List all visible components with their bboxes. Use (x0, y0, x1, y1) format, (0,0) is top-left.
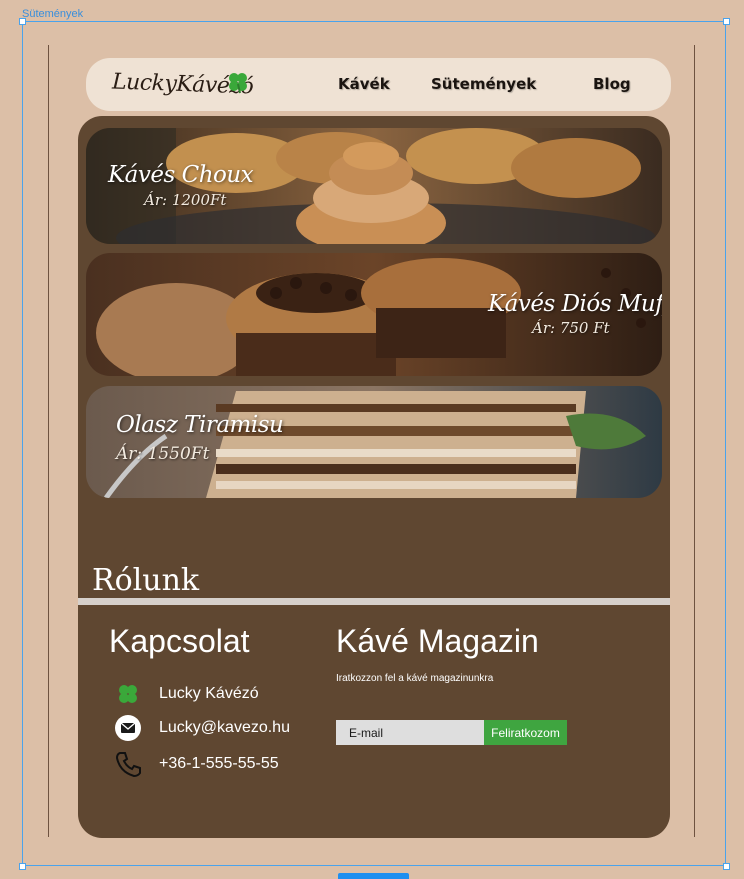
subscribe-button[interactable]: Feliratkozom (484, 720, 567, 745)
contact-item-phone[interactable]: +36-1-555-55-55 (114, 750, 279, 778)
size-indicator-tab (338, 873, 409, 879)
product-card-muffin[interactable]: Kávés Diós Muffin Ár: 750 Ft (86, 253, 662, 376)
frame-label[interactable]: Sütemények (22, 8, 83, 20)
resize-handle-bottom-left[interactable] (19, 863, 26, 870)
contact-item-email[interactable]: Lucky@kavezo.hu (114, 714, 290, 742)
product-title-tiramisu: Olasz Tiramisu (116, 412, 284, 438)
clover-icon (114, 680, 142, 708)
resize-handle-bottom-right[interactable] (723, 863, 730, 870)
resize-handle-top-left[interactable] (19, 18, 26, 25)
nav-link-blog[interactable]: Blog (593, 75, 631, 93)
product-card-choux[interactable]: Kávés Choux Ár: 1200Ft (86, 128, 662, 244)
contact-item-name: Lucky Kávézó (114, 680, 259, 708)
nav-link-kavek[interactable]: Kávék (338, 75, 390, 93)
contact-phone-text[interactable]: +36-1-555-55-55 (159, 755, 279, 773)
nav-link-sutemenyek[interactable]: Sütemények (431, 75, 536, 93)
guide-line-left (48, 45, 49, 837)
email-input[interactable] (336, 720, 484, 745)
tiramisu-image (86, 386, 662, 498)
navbar: LuckyKávézó Kávék Sütemények Blog (86, 58, 671, 111)
phone-icon (114, 750, 142, 778)
magazine-title: Kávé Magazin (336, 623, 539, 659)
magazine-subtitle: Iratkozzon fel a kávé magazinunkra (336, 673, 494, 684)
product-price-tiramisu: Ár: 1550Ft (116, 444, 210, 464)
clover-logo-icon (226, 70, 250, 98)
contact-name-text: Lucky Kávézó (159, 685, 259, 702)
contact-title: Kapcsolat (109, 623, 250, 659)
product-title-choux: Kávés Choux (108, 162, 254, 188)
envelope-icon (114, 714, 142, 742)
product-price-muffin: Ár: 750 Ft (532, 319, 610, 337)
section-divider (78, 598, 670, 605)
main-panel: Kávés Choux Ár: 1200Ft Kávés Diós Muf Ár… (78, 116, 670, 838)
product-card-tiramisu[interactable]: Olasz Tiramisu Ár: 1550Ft (86, 386, 662, 498)
resize-handle-top-right[interactable] (723, 18, 730, 25)
contact-email-text[interactable]: Lucky@kavezo.hu (159, 719, 290, 737)
about-title: Rólunk (92, 563, 200, 598)
product-title-muffin: Kávés Diós Muffin (488, 291, 662, 317)
guide-line-right (694, 45, 695, 837)
product-price-choux: Ár: 1200Ft (144, 191, 227, 209)
